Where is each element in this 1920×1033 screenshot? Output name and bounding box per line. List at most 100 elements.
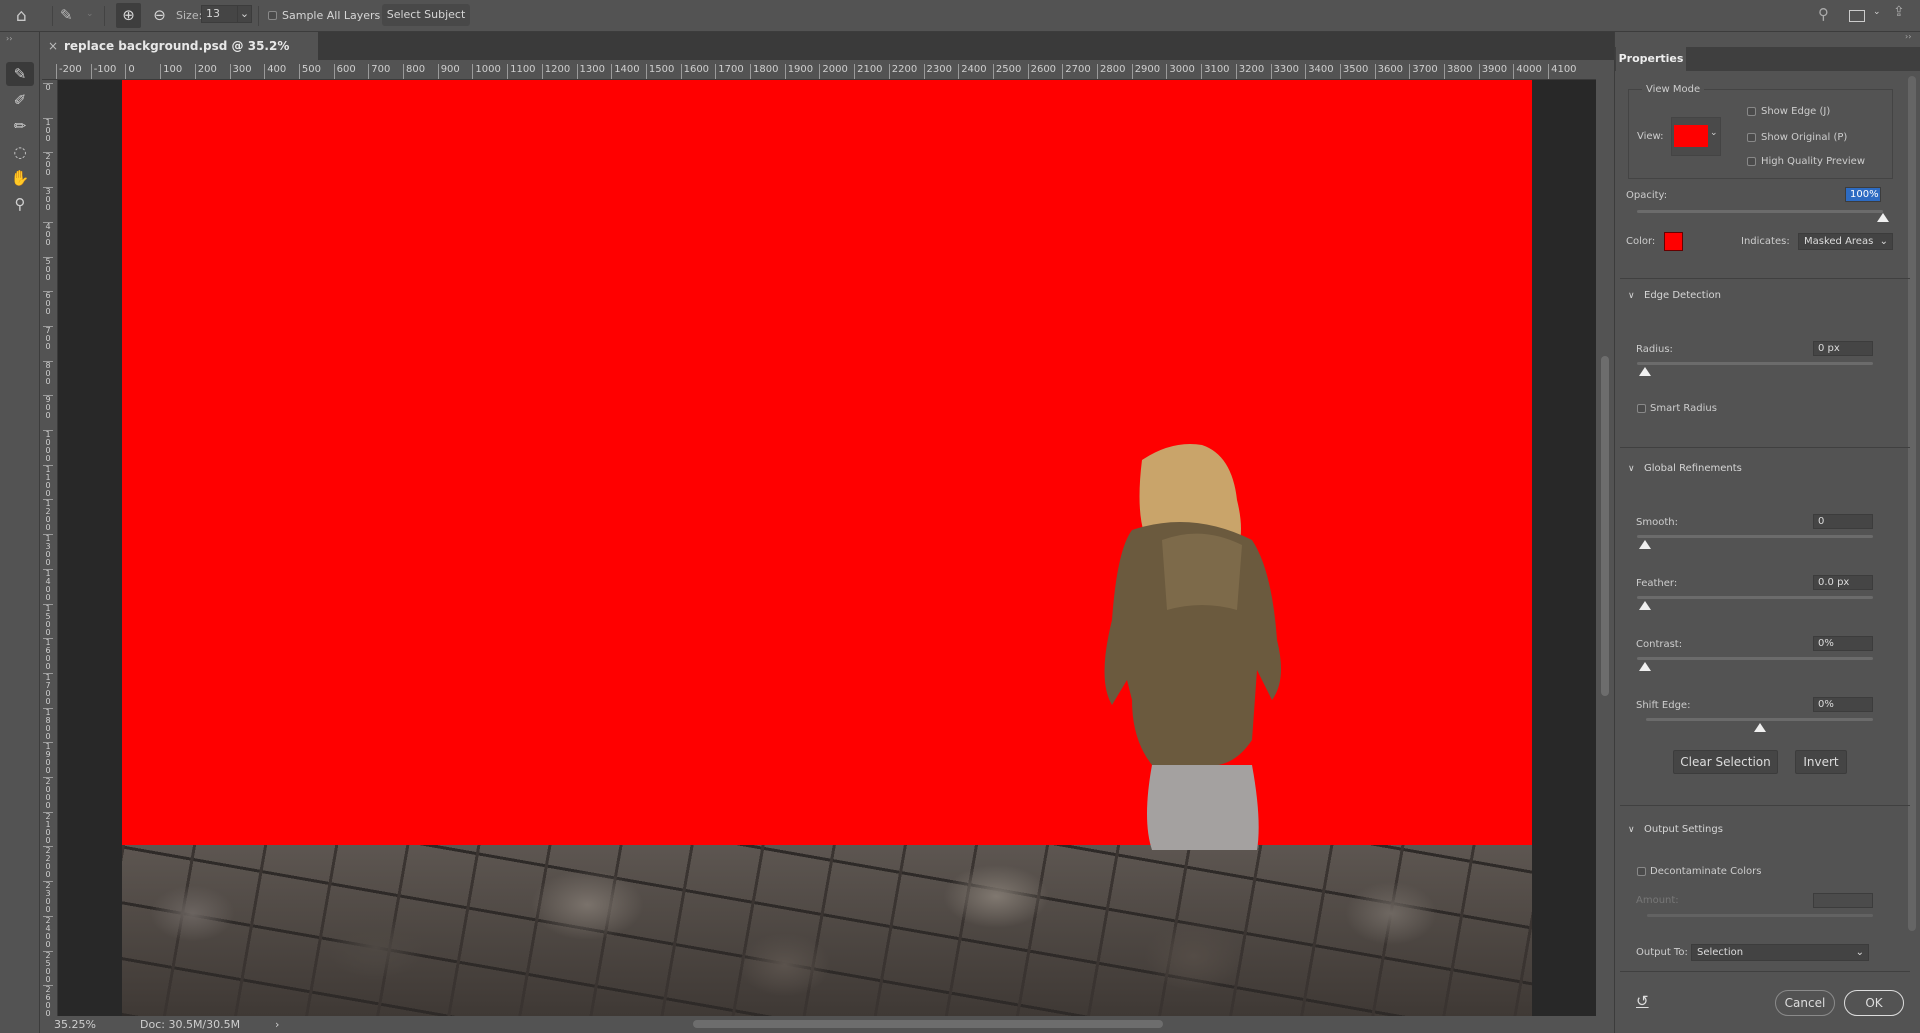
view-thumbnail bbox=[1674, 125, 1708, 147]
share-icon[interactable]: ⇪ bbox=[1893, 4, 1905, 20]
ruler-tick-label: 2200 bbox=[43, 846, 53, 879]
panel-collapse-icon[interactable]: ›› bbox=[1905, 32, 1911, 41]
view-label: View: bbox=[1637, 131, 1664, 142]
zoom-level[interactable]: 35.25% bbox=[54, 1016, 96, 1033]
document-image[interactable] bbox=[122, 80, 1532, 1016]
quick-selection-tool-icon[interactable]: ✎ bbox=[6, 62, 34, 86]
ok-button[interactable]: OK bbox=[1844, 990, 1904, 1016]
brush-tool-icon[interactable]: ✏ bbox=[6, 114, 34, 138]
output-settings-header[interactable]: ∨ Output Settings bbox=[1628, 824, 1723, 835]
feather-slider[interactable] bbox=[1637, 596, 1873, 599]
subtract-from-selection-icon[interactable]: ⊖ bbox=[147, 3, 172, 28]
contrast-slider-thumb[interactable] bbox=[1639, 662, 1651, 671]
chevron-down-icon: ⌄ bbox=[1855, 947, 1864, 958]
horizontal-scroll-thumb[interactable] bbox=[693, 1020, 1163, 1028]
feather-input[interactable]: 0.0 px bbox=[1813, 575, 1873, 590]
radius-input[interactable]: 0 px bbox=[1813, 341, 1873, 356]
view-mode-dropdown[interactable]: ⌄ bbox=[1671, 117, 1721, 156]
search-icon[interactable]: ⚲ bbox=[1818, 5, 1829, 23]
radius-slider-thumb[interactable] bbox=[1639, 367, 1651, 376]
shift-edge-input[interactable]: 0% bbox=[1813, 697, 1873, 712]
smooth-label: Smooth: bbox=[1636, 517, 1678, 528]
view-mode-title: View Mode bbox=[1642, 84, 1705, 95]
ruler-tick-label: 0 bbox=[43, 83, 53, 92]
size-input[interactable]: 13 ⌄ bbox=[201, 5, 252, 23]
reset-icon[interactable]: ↺ bbox=[1636, 992, 1649, 1010]
expand-icon[interactable]: ›› bbox=[6, 34, 12, 43]
opacity-input[interactable]: 100% bbox=[1845, 187, 1881, 202]
output-to-dropdown[interactable]: Selection ⌄ bbox=[1691, 944, 1869, 961]
opacity-label: Opacity: bbox=[1626, 190, 1668, 201]
feather-slider-thumb[interactable] bbox=[1639, 601, 1651, 610]
zoom-tool-icon[interactable]: ⚲ bbox=[6, 192, 34, 216]
edge-detection-header[interactable]: ∨ Edge Detection bbox=[1628, 290, 1721, 301]
hand-tool-icon[interactable]: ✋ bbox=[6, 166, 34, 190]
home-icon[interactable]: ⌂ bbox=[16, 6, 27, 26]
show-edge-checkbox[interactable] bbox=[1747, 107, 1756, 116]
ruler-tick-label: 3400 bbox=[1305, 64, 1334, 79]
properties-tab[interactable]: Properties bbox=[1616, 47, 1686, 71]
ruler-tick-label: 500 bbox=[298, 64, 321, 79]
ruler-tick-label: 1600 bbox=[680, 64, 709, 79]
ruler-tick-label: 1300 bbox=[43, 534, 53, 567]
radius-label: Radius: bbox=[1636, 344, 1673, 355]
sample-all-layers-checkbox[interactable] bbox=[268, 11, 277, 20]
select-subject-button[interactable]: Select Subject bbox=[382, 4, 470, 26]
ruler-tick-label: 1200 bbox=[43, 499, 53, 532]
contrast-input[interactable]: 0% bbox=[1813, 636, 1873, 651]
workspace-chevron-icon[interactable]: ⌄ bbox=[1873, 7, 1881, 17]
ruler-tick-label: 100 bbox=[43, 117, 53, 143]
invert-button[interactable]: Invert bbox=[1795, 750, 1847, 774]
vertical-scroll-thumb[interactable] bbox=[1601, 356, 1609, 696]
view-chevron-icon[interactable]: ⌄ bbox=[1710, 128, 1718, 138]
show-edge-label: Show Edge (J) bbox=[1761, 106, 1831, 117]
overlay-color-swatch[interactable] bbox=[1664, 232, 1683, 251]
ruler-tick-label: 2400 bbox=[958, 64, 987, 79]
opacity-slider[interactable] bbox=[1637, 210, 1883, 213]
shift-edge-slider-thumb[interactable] bbox=[1754, 723, 1766, 732]
ruler-tick-label: 1300 bbox=[576, 64, 605, 79]
contrast-slider[interactable] bbox=[1637, 657, 1873, 660]
status-arrow-icon[interactable]: › bbox=[275, 1016, 279, 1033]
tools-panel: ›› ✎ ✐ ✏ ◌ ✋ ⚲ bbox=[0, 32, 40, 1033]
preset-chevron-icon[interactable]: ⌄ bbox=[86, 9, 94, 19]
smooth-slider[interactable] bbox=[1637, 535, 1873, 538]
document-tab[interactable]: × replace background.psd @ 35.2% (RGB/8)… bbox=[40, 32, 318, 81]
smart-radius-checkbox[interactable] bbox=[1637, 404, 1646, 413]
show-original-checkbox[interactable] bbox=[1747, 133, 1756, 142]
high-quality-preview-checkbox[interactable] bbox=[1747, 157, 1756, 166]
indicates-dropdown[interactable]: Masked Areas ⌄ bbox=[1798, 233, 1893, 250]
ruler-tick-label: 500 bbox=[43, 256, 53, 282]
decontaminate-colors-checkbox[interactable] bbox=[1637, 867, 1646, 876]
panel-scrollbar[interactable] bbox=[1908, 76, 1916, 931]
high-quality-preview-label: High Quality Preview bbox=[1761, 156, 1865, 167]
clear-selection-button[interactable]: Clear Selection bbox=[1673, 750, 1778, 774]
divider bbox=[1620, 971, 1910, 972]
cancel-button[interactable]: Cancel bbox=[1775, 990, 1835, 1016]
workspace-icon[interactable] bbox=[1849, 10, 1865, 22]
radius-slider[interactable] bbox=[1637, 362, 1873, 365]
size-chevron-icon[interactable]: ⌄ bbox=[237, 6, 251, 22]
amount-slider bbox=[1647, 914, 1873, 917]
ruler-tick-label: 200 bbox=[194, 64, 217, 79]
ruler-tick-label: 3700 bbox=[1409, 64, 1438, 79]
close-tab-icon[interactable]: × bbox=[48, 32, 58, 60]
quick-selection-preset-icon[interactable]: ✎ bbox=[60, 6, 73, 24]
add-to-selection-icon[interactable]: ⊕ bbox=[116, 3, 141, 28]
ruler-tick-label: 3500 bbox=[1339, 64, 1368, 79]
smooth-input[interactable]: 0 bbox=[1813, 514, 1873, 529]
ruler-tick-label: 2300 bbox=[43, 881, 53, 914]
smooth-slider-thumb[interactable] bbox=[1639, 540, 1651, 549]
shift-edge-slider[interactable] bbox=[1646, 718, 1873, 721]
ruler-tick-label: 2200 bbox=[888, 64, 917, 79]
ruler-tick-label: 1500 bbox=[645, 64, 674, 79]
ruler-tick-label: 1400 bbox=[43, 568, 53, 602]
ruler-tick-label: 1900 bbox=[43, 742, 53, 775]
global-refinements-header[interactable]: ∨ Global Refinements bbox=[1628, 463, 1742, 474]
canvas-area[interactable] bbox=[58, 80, 1596, 1016]
opacity-slider-thumb[interactable] bbox=[1877, 213, 1889, 222]
refine-edge-brush-icon[interactable]: ✐ bbox=[6, 88, 34, 112]
lasso-tool-icon[interactable]: ◌ bbox=[6, 140, 34, 164]
ruler-tick-label: 900 bbox=[437, 64, 460, 79]
ruler-tick-label: 2600 bbox=[1027, 64, 1056, 79]
